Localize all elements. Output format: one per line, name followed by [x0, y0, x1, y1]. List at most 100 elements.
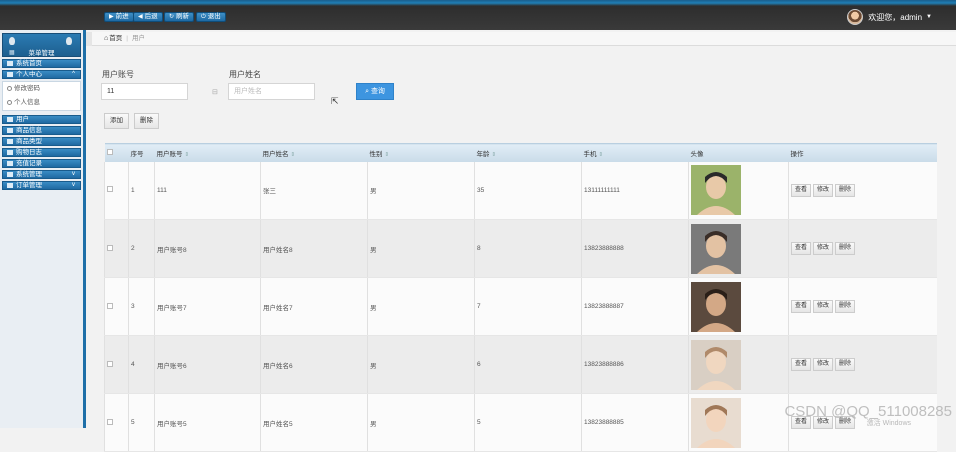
row-checkbox-cell[interactable] [105, 336, 129, 394]
edit-button[interactable]: 修改 [813, 242, 833, 255]
power-icon: ⏻ [201, 14, 206, 20]
add-button[interactable]: 添加 [104, 113, 129, 129]
pin-icon [9, 37, 15, 45]
mouse-cursor-icon: ⇱ [331, 96, 339, 107]
sidebar-item-home[interactable]: 系统首页 [2, 59, 81, 68]
bullet-icon [7, 100, 12, 105]
cell-phone: 13823888886 [582, 336, 689, 394]
avatar-photo [691, 224, 741, 274]
avatar-photo [691, 340, 741, 390]
refresh-button[interactable]: ↻刷新 [164, 12, 194, 22]
home-icon: ⌂ [104, 35, 108, 42]
column-header[interactable]: 年龄⇕ [475, 144, 582, 162]
name-label: 用户姓名 [229, 69, 261, 80]
checkbox[interactable] [107, 361, 113, 367]
sort-icon[interactable]: ⇕ [492, 152, 497, 158]
delete-button[interactable]: 删除 [835, 358, 855, 371]
sort-icon[interactable]: ⇕ [291, 152, 296, 158]
checkbox[interactable] [107, 419, 113, 425]
checkbox[interactable] [107, 245, 113, 251]
sidebar-item-system[interactable]: 系统管理v [2, 170, 81, 179]
view-button[interactable]: 查看 [791, 358, 811, 371]
top-bar: ▶前进 ◀后退 ↻刷新 ⏻退出 欢迎您，admin ▼ [0, 0, 956, 30]
sidebar: ▦ 菜单管理 系统首页 个人中心^ 修改密码 个人信息 用户 商品信息 商品类型… [0, 30, 86, 428]
cell-actions: 查看修改删除 [789, 220, 937, 278]
cell-phone: 13111111111 [582, 162, 689, 220]
menu-icon [7, 117, 13, 122]
name-input[interactable] [228, 83, 315, 100]
calendar-icon: ⊟ [212, 88, 218, 96]
cell-phone: 13823888885 [582, 394, 689, 452]
view-button[interactable]: 查看 [791, 242, 811, 255]
account-input[interactable] [101, 83, 188, 100]
checkbox[interactable] [107, 186, 113, 192]
cell-name: 用户姓名6 [261, 336, 368, 394]
view-button[interactable]: 查看 [791, 184, 811, 197]
delete-button[interactable]: 删除 [835, 300, 855, 313]
search-button[interactable]: ⌕ 查询 [356, 83, 394, 100]
cell-actions: 查看修改删除 [789, 162, 937, 220]
sidebar-item-profile[interactable]: 个人信息 [3, 96, 80, 110]
cell-age: 6 [475, 336, 582, 394]
cell-phone: 13823888887 [582, 278, 689, 336]
sidebar-item-goods-type[interactable]: 商品类型 [2, 137, 81, 146]
menu-icon [7, 183, 13, 188]
cell-avatar [689, 278, 789, 336]
cell-actions: 查看修改删除 [789, 336, 937, 394]
sort-icon[interactable]: ⇕ [599, 152, 604, 158]
sidebar-submenu: 修改密码 个人信息 [2, 81, 81, 111]
delete-button[interactable]: 删除 [835, 184, 855, 197]
cell-age: 35 [475, 162, 582, 220]
column-header: 头像 [689, 144, 789, 162]
row-checkbox-cell[interactable] [105, 394, 129, 452]
main-content: 用户账号 用户姓名 ⊟ ⌕ 查询 添加 删除 序号 用户账号⇕ 用户姓名⇕ 性别… [92, 47, 956, 428]
sidebar-item-recharge[interactable]: 充值记录 [2, 159, 81, 168]
sidebar-item-users[interactable]: 用户 [2, 115, 81, 124]
menu-icon [7, 61, 13, 66]
sidebar-item-change-password[interactable]: 修改密码 [3, 82, 80, 96]
forward-button[interactable]: ▶前进 [104, 12, 134, 22]
cell-gender: 男 [368, 336, 475, 394]
cell-account: 用户账号5 [155, 394, 261, 452]
edit-button[interactable]: 修改 [813, 300, 833, 313]
sidebar-item-goods[interactable]: 商品信息 [2, 126, 81, 135]
column-header[interactable]: 用户姓名⇕ [261, 144, 368, 162]
delete-button[interactable]: 删除 [835, 242, 855, 255]
row-checkbox-cell[interactable] [105, 220, 129, 278]
table-row: 1111张三男3513111111111查看修改删除 [105, 162, 937, 220]
checkbox[interactable] [107, 149, 113, 155]
back-button[interactable]: ◀后退 [133, 12, 163, 22]
pin-icon [66, 37, 72, 45]
cell-index: 5 [129, 394, 155, 452]
cell-actions: 查看修改删除 [789, 278, 937, 336]
breadcrumb: ⌂首页|用户 [92, 32, 956, 46]
logout-button[interactable]: ⏻退出 [196, 12, 226, 22]
row-checkbox-cell[interactable] [105, 278, 129, 336]
view-button[interactable]: 查看 [791, 300, 811, 313]
batch-delete-button[interactable]: 删除 [134, 113, 159, 129]
breadcrumb-home[interactable]: 首页 [109, 35, 122, 42]
sidebar-item-orders[interactable]: 订单管理v [2, 181, 81, 190]
row-checkbox-cell[interactable] [105, 162, 129, 220]
cell-gender: 男 [368, 220, 475, 278]
menu-icon [7, 161, 13, 166]
cell-age: 8 [475, 220, 582, 278]
sort-icon[interactable]: ⇕ [185, 152, 190, 158]
edit-button[interactable]: 修改 [813, 358, 833, 371]
select-all-cell[interactable] [105, 144, 129, 162]
cell-gender: 男 [368, 278, 475, 336]
sidebar-item-personal-center[interactable]: 个人中心^ [2, 70, 81, 79]
sort-icon[interactable]: ⇕ [385, 152, 390, 158]
bullet-icon [7, 86, 12, 91]
column-header[interactable]: 手机⇕ [582, 144, 689, 162]
sidebar-item-purchase-log[interactable]: 购物日志 [2, 148, 81, 157]
checkbox[interactable] [107, 303, 113, 309]
edit-button[interactable]: 修改 [813, 184, 833, 197]
cell-avatar [689, 162, 789, 220]
column-header[interactable]: 性别⇕ [368, 144, 475, 162]
cell-phone: 13823888888 [582, 220, 689, 278]
user-menu[interactable]: 欢迎您，admin ▼ [847, 8, 932, 26]
cell-index: 3 [129, 278, 155, 336]
cell-name: 用户姓名7 [261, 278, 368, 336]
column-header[interactable]: 用户账号⇕ [155, 144, 261, 162]
